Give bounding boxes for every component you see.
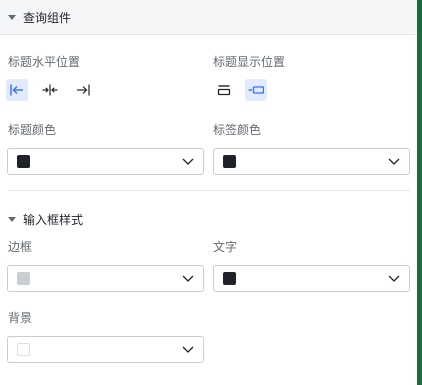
text-color-select[interactable]	[213, 265, 410, 292]
chevron-down-icon	[388, 275, 400, 282]
title-left-icon	[248, 86, 264, 94]
input-style-section-title: 输入框样式	[23, 213, 84, 227]
window-edge-bar	[417, 0, 422, 385]
tag-color-label: 标签颜色	[213, 123, 262, 137]
text-label: 文字	[213, 240, 238, 254]
title-display-position-label: 标题显示位置	[213, 55, 286, 69]
align-right-button[interactable]	[72, 79, 94, 101]
text-color-swatch	[223, 272, 236, 285]
title-color-swatch	[17, 155, 30, 168]
border-color-select[interactable]	[7, 265, 204, 292]
title-color-select[interactable]	[7, 148, 204, 175]
query-component-panel: 查询组件 标题水平位置 标题显示位置 标题颜色 标签颜色 输入框样式 边框 文字…	[0, 0, 417, 385]
title-top-icon	[217, 85, 231, 96]
chevron-down-icon	[182, 158, 194, 165]
background-color-select[interactable]	[7, 336, 204, 363]
chevron-down-icon	[182, 275, 194, 282]
tag-color-swatch	[223, 155, 236, 168]
tag-color-select[interactable]	[213, 148, 410, 175]
align-right-icon	[77, 84, 90, 96]
panel-title: 查询组件	[23, 10, 72, 25]
caret-down-icon	[8, 217, 16, 222]
panel-header[interactable]: 查询组件	[0, 0, 417, 35]
align-left-button[interactable]	[6, 79, 28, 101]
title-color-label: 标题颜色	[8, 123, 57, 137]
align-center-icon	[42, 84, 58, 96]
chevron-down-icon	[388, 158, 400, 165]
border-label: 边框	[8, 240, 33, 254]
title-horizontal-position-label: 标题水平位置	[8, 55, 81, 69]
background-label: 背景	[8, 311, 33, 325]
align-center-button[interactable]	[39, 79, 61, 101]
align-left-icon	[10, 84, 23, 96]
title-left-button[interactable]	[245, 79, 267, 101]
caret-down-icon	[8, 14, 16, 20]
chevron-down-icon	[182, 346, 194, 353]
section-divider	[8, 190, 410, 191]
input-style-section-header[interactable]: 输入框样式	[8, 211, 83, 228]
title-top-button[interactable]	[213, 79, 235, 101]
border-color-swatch	[17, 272, 30, 285]
background-color-swatch	[17, 343, 30, 356]
